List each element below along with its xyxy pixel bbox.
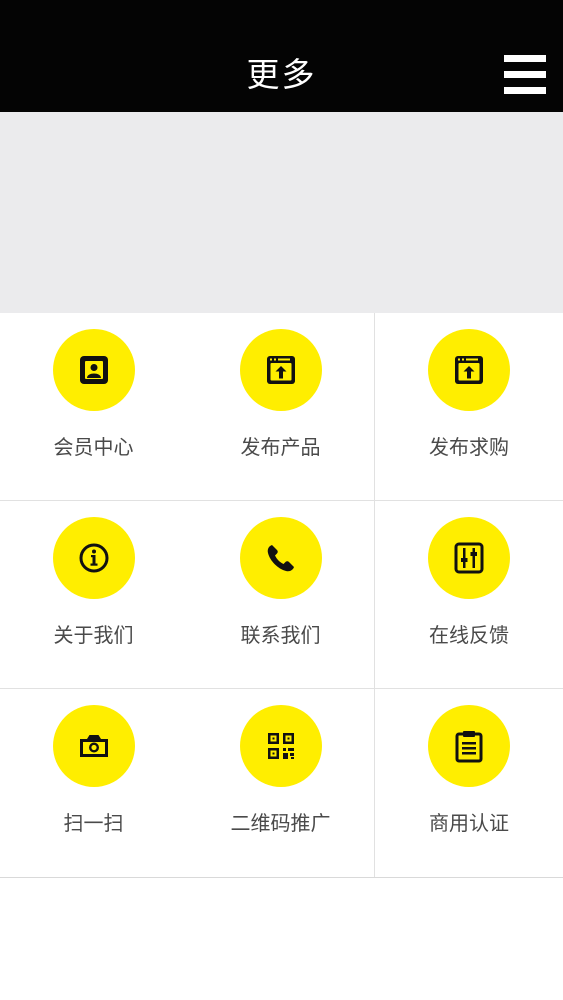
grid-item-member-center[interactable]: 会员中心 — [0, 313, 188, 501]
publish-upload-icon — [240, 329, 322, 411]
publish-upload-icon — [428, 329, 510, 411]
grid-item-publish-product[interactable]: 发布产品 — [187, 313, 375, 501]
grid-item-label: 联系我们 — [240, 623, 321, 647]
grid-item-label: 会员中心 — [53, 435, 134, 459]
info-icon — [53, 517, 135, 599]
grid-item-label: 关于我们 — [53, 623, 134, 647]
banner-area — [0, 112, 563, 313]
grid-item-contact-us[interactable]: 联系我们 — [187, 501, 375, 689]
page-title: 更多 — [246, 55, 317, 94]
qr-code-icon — [240, 705, 322, 787]
phone-icon — [240, 517, 322, 599]
grid-item-online-feedback[interactable]: 在线反馈 — [375, 501, 563, 689]
grid-item-label: 二维码推广 — [230, 811, 331, 835]
camera-icon — [53, 705, 135, 787]
hamburger-menu-icon[interactable] — [502, 55, 548, 95]
member-card-icon — [53, 329, 135, 411]
grid-item-label: 在线反馈 — [429, 623, 509, 647]
grid-item-qr-promotion[interactable]: 二维码推广 — [187, 689, 375, 877]
top-bar: 更多 — [0, 0, 563, 112]
grid-item-scan[interactable]: 扫一扫 — [0, 689, 188, 877]
feature-grid: 会员中心 发布产品 发布求购 关于我们 联系我们 在线反馈 扫一扫 二维码推广 … — [0, 313, 563, 878]
grid-item-label: 扫一扫 — [63, 811, 124, 835]
grid-item-publish-purchase[interactable]: 发布求购 — [375, 313, 563, 501]
grid-item-label: 发布产品 — [240, 435, 321, 459]
feedback-sliders-icon — [428, 517, 510, 599]
grid-item-about-us[interactable]: 关于我们 — [0, 501, 188, 689]
grid-item-business-certification[interactable]: 商用认证 — [375, 689, 563, 877]
clipboard-icon — [428, 705, 510, 787]
grid-item-label: 发布求购 — [429, 435, 509, 459]
grid-item-label: 商用认证 — [429, 811, 509, 835]
